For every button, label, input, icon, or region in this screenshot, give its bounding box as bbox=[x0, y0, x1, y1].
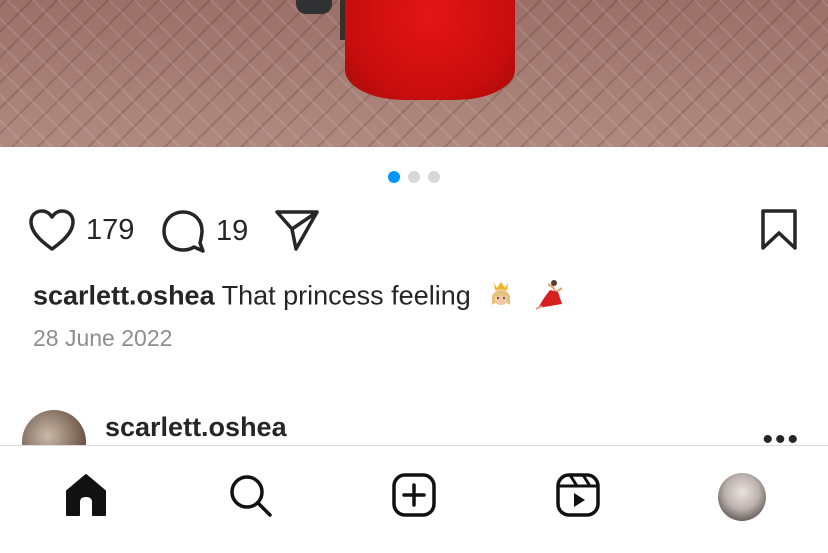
more-options-icon[interactable]: ••• bbox=[762, 425, 800, 455]
tab-home[interactable] bbox=[62, 473, 110, 521]
carousel-dot bbox=[408, 171, 420, 183]
like-button[interactable]: 179 bbox=[28, 208, 134, 252]
post-date: 28 June 2022 bbox=[33, 325, 173, 351]
caption-text: That princess feeling bbox=[221, 280, 471, 311]
post-photo[interactable] bbox=[0, 0, 828, 147]
next-post-header: scarlett.oshea bbox=[22, 410, 828, 446]
share-button[interactable] bbox=[274, 208, 320, 252]
bottom-tab-bar bbox=[0, 445, 828, 553]
princess-emoji bbox=[486, 279, 516, 316]
home-icon bbox=[63, 472, 109, 523]
profile-avatar bbox=[718, 473, 766, 521]
comment-count[interactable]: 19 bbox=[216, 215, 248, 248]
photo-shoe bbox=[296, 0, 332, 14]
reels-icon bbox=[555, 472, 601, 523]
carousel-indicator bbox=[388, 171, 440, 183]
search-icon bbox=[227, 472, 273, 523]
carousel-dot-active bbox=[388, 171, 400, 183]
send-icon bbox=[274, 208, 320, 252]
heart-icon bbox=[28, 208, 76, 252]
bookmark-icon bbox=[760, 208, 798, 252]
comment-button[interactable]: 19 bbox=[160, 208, 248, 254]
photo-red-dress bbox=[345, 0, 515, 100]
carousel-dot bbox=[428, 171, 440, 183]
tab-reels[interactable] bbox=[554, 472, 602, 523]
post-caption: scarlett.oshea That princess feeling bbox=[33, 278, 566, 317]
next-post-avatar[interactable] bbox=[22, 410, 86, 446]
next-post-username[interactable]: scarlett.oshea bbox=[105, 412, 287, 443]
create-icon bbox=[391, 472, 437, 523]
like-count[interactable]: 179 bbox=[86, 214, 134, 247]
dancer-emoji bbox=[532, 278, 566, 317]
post-actions: 179 19 bbox=[28, 208, 798, 254]
tab-search[interactable] bbox=[226, 473, 274, 521]
save-button[interactable] bbox=[760, 208, 798, 252]
comment-icon bbox=[160, 208, 206, 254]
tab-create[interactable] bbox=[390, 472, 438, 523]
tab-profile[interactable] bbox=[718, 473, 766, 521]
caption-username[interactable]: scarlett.oshea bbox=[33, 281, 215, 311]
